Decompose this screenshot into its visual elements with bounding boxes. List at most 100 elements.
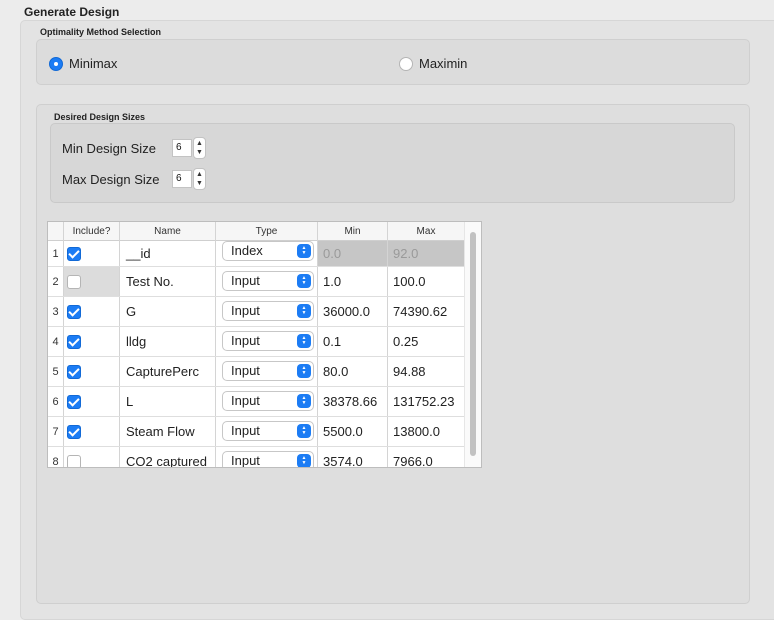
select-arrows-icon: ▲ ▼ bbox=[297, 454, 311, 467]
stepper-down-icon[interactable]: ▼ bbox=[196, 148, 203, 157]
table-row[interactable]: 1 __id Index ▲ ▼ 0.0 92.0 bbox=[48, 241, 465, 267]
type-select-value: Input bbox=[231, 273, 260, 288]
include-checkbox[interactable] bbox=[67, 364, 81, 379]
min-cell[interactable]: 0.1 bbox=[318, 327, 388, 356]
type-select[interactable]: Input ▲ ▼ bbox=[222, 301, 314, 321]
max-cell[interactable]: 13800.0 bbox=[388, 417, 465, 446]
max-cell[interactable]: 74390.62 bbox=[388, 297, 465, 326]
min-design-size-label: Min Design Size bbox=[62, 140, 156, 156]
max-design-size-input[interactable]: 6 bbox=[172, 170, 192, 188]
stepper-up-icon[interactable]: ▲ bbox=[196, 170, 203, 179]
include-cell bbox=[64, 327, 120, 356]
min-cell: 0.0 bbox=[318, 241, 388, 266]
table-row[interactable]: 5 CapturePerc Input ▲ ▼ 80.0 94.88 bbox=[48, 357, 465, 387]
min-cell[interactable]: 38378.66 bbox=[318, 387, 388, 416]
name-cell[interactable]: Steam Flow bbox=[120, 417, 216, 446]
row-number: 4 bbox=[48, 327, 64, 356]
max-cell[interactable]: 100.0 bbox=[388, 267, 465, 296]
max-design-size-stepper[interactable]: ▲ ▼ bbox=[193, 168, 206, 190]
min-cell[interactable]: 80.0 bbox=[318, 357, 388, 386]
include-checkbox[interactable] bbox=[67, 246, 81, 261]
min-design-size-input[interactable]: 6 bbox=[172, 139, 192, 157]
include-checkbox[interactable] bbox=[67, 334, 81, 349]
type-select[interactable]: Input ▲ ▼ bbox=[222, 331, 314, 351]
select-arrows-icon: ▲ ▼ bbox=[297, 394, 311, 408]
include-cell bbox=[64, 417, 120, 446]
table-row[interactable]: 4 lldg Input ▲ ▼ 0.1 0.25 bbox=[48, 327, 465, 357]
min-cell[interactable]: 5500.0 bbox=[318, 417, 388, 446]
min-cell[interactable]: 3574.0 bbox=[318, 447, 388, 467]
select-arrows-icon: ▲ ▼ bbox=[297, 244, 311, 258]
row-number: 8 bbox=[48, 447, 64, 467]
column-header-max[interactable]: Max bbox=[388, 222, 465, 241]
include-cell bbox=[64, 357, 120, 386]
name-cell[interactable]: CO2 captured bbox=[120, 447, 216, 467]
max-cell[interactable]: 94.88 bbox=[388, 357, 465, 386]
row-number: 1 bbox=[48, 241, 64, 266]
include-cell bbox=[64, 297, 120, 326]
scrollbar-thumb[interactable] bbox=[470, 232, 476, 456]
include-checkbox[interactable] bbox=[67, 304, 81, 319]
radio-minimax[interactable]: Minimax bbox=[49, 56, 117, 71]
type-cell: Input ▲ ▼ bbox=[216, 357, 318, 386]
type-cell: Input ▲ ▼ bbox=[216, 447, 318, 468]
name-cell[interactable]: CapturePerc bbox=[120, 357, 216, 386]
type-select[interactable]: Input ▲ ▼ bbox=[222, 361, 314, 381]
table-vertical-scrollbar[interactable] bbox=[464, 222, 481, 467]
table-row[interactable]: 8 CO2 captured Input ▲ ▼ 3574.0 7966.0 bbox=[48, 447, 465, 468]
type-cell: Input ▲ ▼ bbox=[216, 327, 318, 356]
column-header-name[interactable]: Name bbox=[120, 222, 216, 241]
column-header-include[interactable]: Include? bbox=[64, 222, 120, 241]
optimality-group-label: Optimality Method Selection bbox=[40, 27, 162, 37]
row-number: 3 bbox=[48, 297, 64, 326]
name-cell[interactable]: Test No. bbox=[120, 267, 216, 296]
stepper-up-icon[interactable]: ▲ bbox=[196, 139, 203, 148]
row-number: 5 bbox=[48, 357, 64, 386]
type-select-value: Input bbox=[231, 303, 260, 318]
table-row[interactable]: 7 Steam Flow Input ▲ ▼ 5500.0 13800.0 bbox=[48, 417, 465, 447]
max-cell[interactable]: 131752.23 bbox=[388, 387, 465, 416]
table-row[interactable]: 2 Test No. Input ▲ ▼ 1.0 100.0 bbox=[48, 267, 465, 297]
column-header-min[interactable]: Min bbox=[318, 222, 388, 241]
max-cell[interactable]: 0.25 bbox=[388, 327, 465, 356]
select-arrows-icon: ▲ ▼ bbox=[297, 304, 311, 318]
table-header: Include? Name Type Min Max bbox=[48, 222, 465, 241]
table-row[interactable]: 6 L Input ▲ ▼ 38378.66 131752.23 bbox=[48, 387, 465, 417]
type-select[interactable]: Input ▲ ▼ bbox=[222, 391, 314, 411]
radio-maximin[interactable]: Maximin bbox=[399, 56, 467, 71]
include-checkbox[interactable] bbox=[67, 424, 81, 439]
min-cell[interactable]: 1.0 bbox=[318, 267, 388, 296]
radio-selected-icon bbox=[49, 56, 63, 71]
min-design-size-row: Min Design Size 6 ▲ ▼ bbox=[62, 137, 206, 159]
max-design-size-label: Max Design Size bbox=[62, 171, 160, 187]
type-select[interactable]: Input ▲ ▼ bbox=[222, 451, 314, 468]
type-select[interactable]: Index ▲ ▼ bbox=[222, 241, 314, 261]
column-header-type[interactable]: Type bbox=[216, 222, 318, 241]
stepper-down-icon[interactable]: ▼ bbox=[196, 179, 203, 188]
type-select[interactable]: Input ▲ ▼ bbox=[222, 271, 314, 291]
name-cell[interactable]: G bbox=[120, 297, 216, 326]
table-row[interactable]: 3 G Input ▲ ▼ 36000.0 74390.62 bbox=[48, 297, 465, 327]
min-design-size-stepper[interactable]: ▲ ▼ bbox=[193, 137, 206, 159]
include-checkbox[interactable] bbox=[67, 274, 81, 289]
max-design-size-row: Max Design Size 6 ▲ ▼ bbox=[62, 168, 206, 190]
max-cell[interactable]: 7966.0 bbox=[388, 447, 465, 467]
type-cell: Input ▲ ▼ bbox=[216, 297, 318, 326]
include-cell bbox=[64, 447, 120, 467]
type-select-value: Input bbox=[231, 333, 260, 348]
row-number: 2 bbox=[48, 267, 64, 296]
min-cell[interactable]: 36000.0 bbox=[318, 297, 388, 326]
type-cell: Input ▲ ▼ bbox=[216, 417, 318, 446]
type-select-value: Input bbox=[231, 453, 260, 468]
name-cell[interactable]: lldg bbox=[120, 327, 216, 356]
column-header-row-number bbox=[48, 222, 64, 241]
include-cell bbox=[64, 387, 120, 416]
type-cell: Index ▲ ▼ bbox=[216, 241, 318, 266]
name-cell[interactable]: __id bbox=[120, 241, 216, 266]
name-cell[interactable]: L bbox=[120, 387, 216, 416]
include-checkbox[interactable] bbox=[67, 454, 81, 467]
max-cell: 92.0 bbox=[388, 241, 465, 266]
include-checkbox[interactable] bbox=[67, 394, 81, 409]
type-select[interactable]: Input ▲ ▼ bbox=[222, 421, 314, 441]
type-cell: Input ▲ ▼ bbox=[216, 267, 318, 296]
